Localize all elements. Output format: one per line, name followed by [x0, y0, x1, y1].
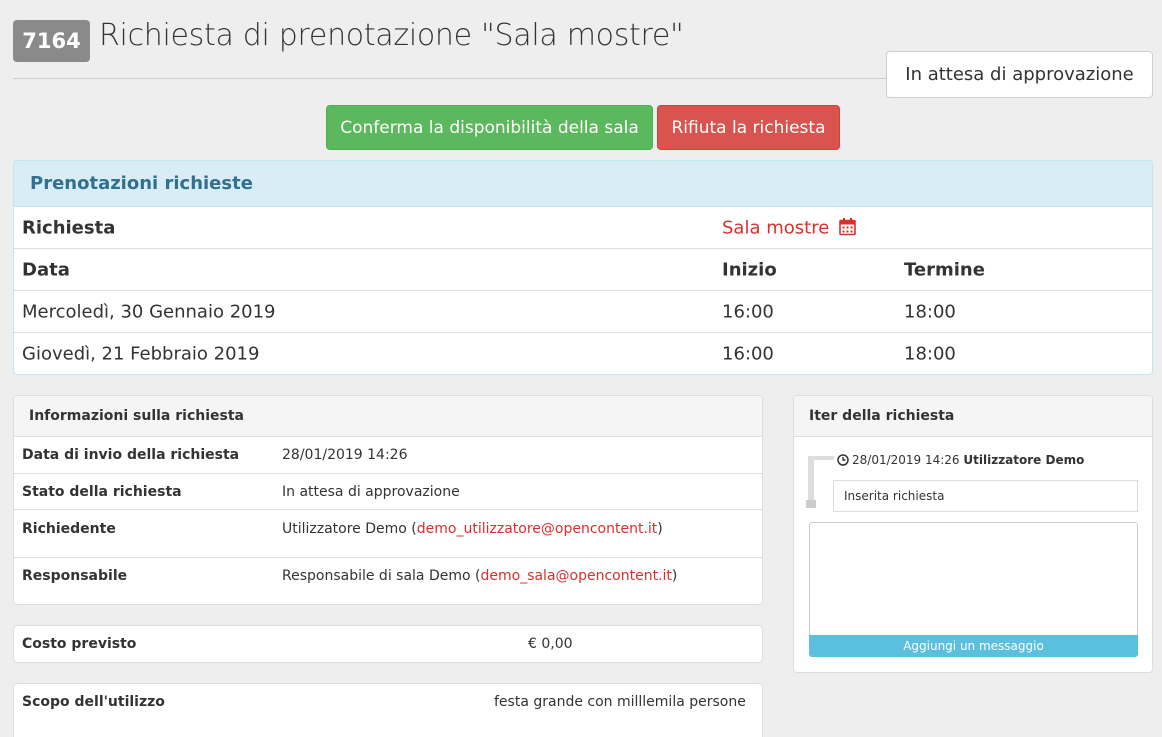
- booking-request-row: Richiesta Sala mostre: [14, 207, 1152, 249]
- manager-name: Responsabile di sala Demo: [282, 568, 471, 584]
- booking-date: Giovedì, 21 Febbraio 2019: [22, 343, 260, 365]
- manager-email-link[interactable]: demo_sala@opencontent.it: [480, 568, 671, 584]
- requester-email-link[interactable]: demo_utilizzatore@opencontent.it: [417, 521, 658, 537]
- timeline-connector: [808, 456, 834, 460]
- timeline-user: Utilizzatore Demo: [963, 453, 1085, 467]
- booking-end: 18:00: [904, 343, 956, 365]
- room-link-label[interactable]: Sala mostre: [722, 217, 829, 238]
- requester-name: Utilizzatore Demo: [282, 521, 407, 537]
- request-info-title: Informazioni sulla richiesta: [14, 396, 762, 437]
- info-label: Stato della richiesta: [22, 484, 182, 500]
- bookings-header-row: Data Inizio Termine: [14, 249, 1152, 291]
- title-divider: [13, 78, 891, 79]
- info-value: In attesa di approvazione: [282, 484, 460, 500]
- reject-request-button[interactable]: Rifiuta la richiesta: [657, 105, 840, 150]
- scope-panel: Scopo dell'utilizzo festa grande con mil…: [13, 683, 763, 737]
- info-row-sent-date: Data di invio della richiesta 28/01/2019…: [14, 437, 762, 474]
- info-label: Data di invio della richiesta: [22, 447, 240, 463]
- info-row-requester: Richiedente Utilizzatore Demo (demo_util…: [14, 510, 762, 558]
- booking-start: 16:00: [722, 343, 774, 365]
- page-title: Richiesta di prenotazione "Sala mostre": [99, 18, 684, 53]
- info-row-manager: Responsabile Responsabile di sala Demo (…: [14, 558, 762, 604]
- calendar-icon[interactable]: [839, 217, 856, 235]
- booking-start: 16:00: [722, 301, 774, 322]
- column-header-end: Termine: [904, 259, 985, 280]
- message-textarea[interactable]: [809, 522, 1138, 636]
- timeline-message: Inserita richiesta: [833, 480, 1138, 512]
- timeline-end-marker: [806, 500, 816, 508]
- request-history-title: Iter della richiesta: [794, 396, 1152, 437]
- info-label: Responsabile: [22, 568, 128, 584]
- booking-row: Mercoledì, 30 Gennaio 2019 16:00 18:00: [14, 291, 1152, 333]
- timeline-entry-meta: 28/01/2019 14:26 Utilizzatore Demo: [837, 453, 1084, 467]
- request-label: Richiesta: [22, 217, 116, 238]
- bookings-panel: Prenotazioni richieste Richiesta Sala mo…: [13, 160, 1153, 375]
- info-row-status: Stato della richiesta In attesa di appro…: [14, 474, 762, 510]
- booking-row: Giovedì, 21 Febbraio 2019 16:00 18:00: [14, 333, 1152, 374]
- timeline-timestamp: 28/01/2019 14:26: [852, 453, 960, 467]
- scope-label: Scopo dell'utilizzo: [22, 694, 165, 710]
- cost-panel: Costo previsto € 0,00: [13, 625, 763, 663]
- clock-icon: [837, 454, 849, 466]
- status-badge: In attesa di approvazione: [886, 51, 1153, 98]
- info-value: Utilizzatore Demo (demo_utilizzatore@ope…: [282, 521, 663, 537]
- request-info-panel: Informazioni sulla richiesta Data di inv…: [13, 395, 763, 605]
- column-header-date: Data: [22, 259, 70, 280]
- confirm-availability-button[interactable]: Conferma la disponibilità della sala: [326, 105, 653, 150]
- add-message-button[interactable]: Aggiungi un messaggio: [809, 635, 1138, 657]
- request-id-badge: 7164: [13, 20, 90, 62]
- cost-value: € 0,00: [528, 636, 573, 652]
- request-history-panel: Iter della richiesta 28/01/2019 14:26 Ut…: [793, 395, 1153, 673]
- scope-value: festa grande con milllemila persone: [494, 694, 746, 710]
- booking-end: 18:00: [904, 301, 956, 322]
- cost-label: Costo previsto: [22, 636, 137, 652]
- room-link[interactable]: Sala mostre: [722, 217, 856, 238]
- bookings-panel-title: Prenotazioni richieste: [14, 161, 1152, 207]
- column-header-start: Inizio: [722, 259, 777, 280]
- info-value: Responsabile di sala Demo (demo_sala@ope…: [282, 568, 678, 584]
- info-value: 28/01/2019 14:26: [282, 447, 408, 463]
- booking-date: Mercoledì, 30 Gennaio 2019: [22, 301, 276, 322]
- info-label: Richiedente: [22, 521, 116, 537]
